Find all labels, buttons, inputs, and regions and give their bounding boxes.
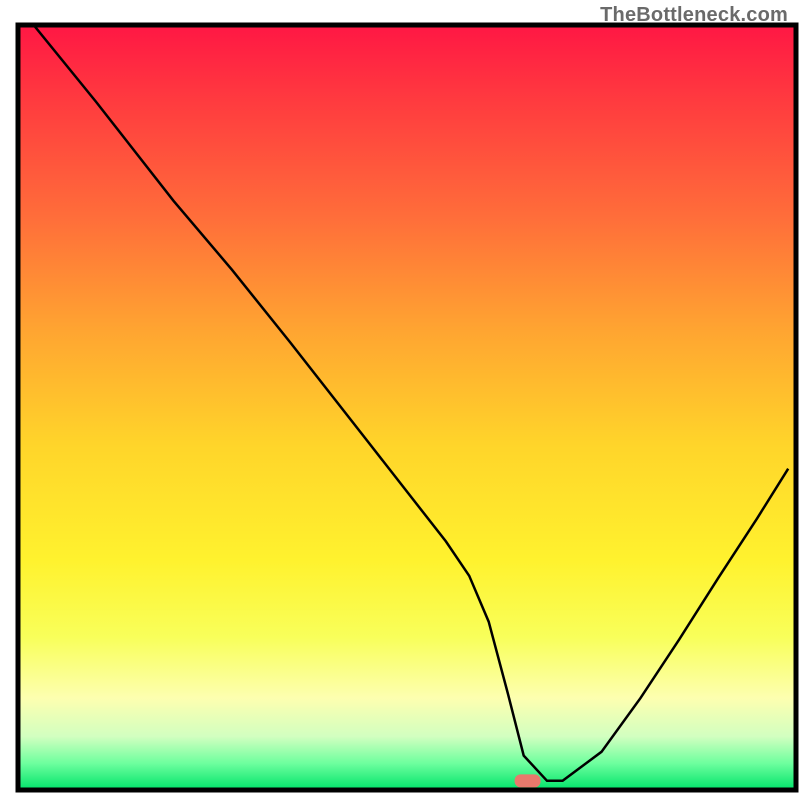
gradient-background xyxy=(18,25,796,790)
optimal-marker xyxy=(515,774,541,787)
chart-container: { "watermark": "TheBottleneck.com", "cha… xyxy=(0,0,800,800)
bottleneck-chart xyxy=(0,0,800,800)
watermark-label: TheBottleneck.com xyxy=(600,4,788,27)
